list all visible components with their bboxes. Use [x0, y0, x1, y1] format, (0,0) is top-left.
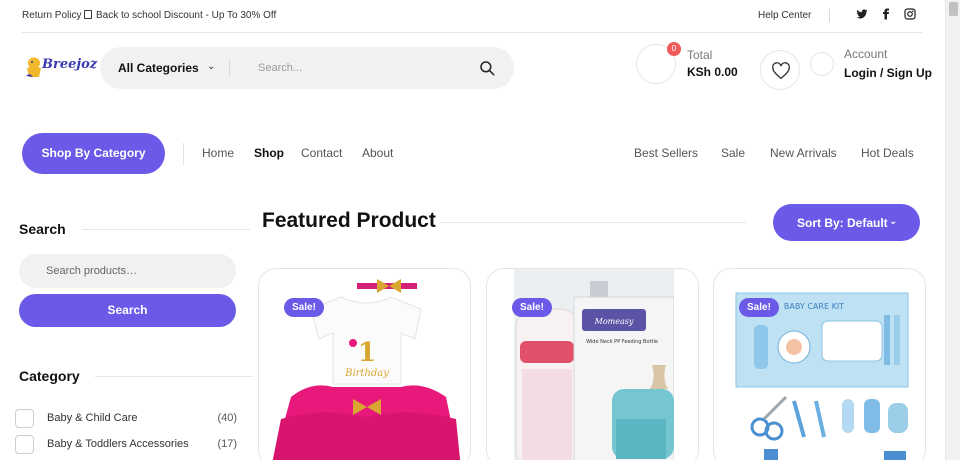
login-signup-link[interactable]: Login / Sign Up	[844, 66, 932, 80]
nav-shop[interactable]: Shop	[254, 146, 284, 160]
svg-text:Birthday: Birthday	[344, 368, 389, 379]
nav-new-arrivals[interactable]: New Arrivals	[770, 146, 837, 160]
logo-mascot-icon	[26, 57, 41, 77]
page-scrollbar[interactable]	[945, 0, 960, 460]
chevron-down-icon: ⌄	[889, 216, 898, 227]
nav-hot-deals[interactable]: Hot Deals	[861, 146, 914, 160]
title-rule	[441, 222, 746, 223]
nav-sale[interactable]: Sale	[721, 146, 745, 160]
logo-text: Breejoz	[42, 57, 98, 72]
topbar-divider	[829, 9, 830, 22]
cart-total-value: KSh 0.00	[687, 65, 738, 79]
wishlist-button[interactable]	[760, 50, 800, 90]
sort-label: Sort By: Default	[797, 216, 888, 230]
product-card[interactable]: 1 Birthday Sale!	[258, 268, 471, 460]
sidebar-search-input[interactable]	[19, 254, 236, 288]
sort-dropdown[interactable]: Sort By: Default ⌄	[773, 204, 920, 241]
account-label: Account	[844, 47, 888, 61]
svg-text:BABY CARE KIT: BABY CARE KIT	[784, 302, 844, 311]
return-policy-link[interactable]: Return Policy	[22, 10, 81, 21]
category-filter-item[interactable]: Baby & Child Care (40)	[15, 408, 237, 428]
social-links	[856, 8, 916, 20]
cart-count-badge: 0	[667, 42, 681, 56]
nav-about[interactable]: About	[362, 146, 393, 160]
promo-banner: Back to school Discount - Up To 30% Off	[84, 10, 276, 21]
sidebar-title-rule	[95, 376, 253, 377]
account-avatar[interactable]	[810, 52, 834, 76]
sidebar-title-rule	[82, 229, 250, 230]
tag-icon	[84, 10, 92, 19]
sidebar-search-title: Search	[19, 221, 66, 237]
sale-badge: Sale!	[512, 298, 552, 317]
category-name: Baby & Toddlers Accessories	[47, 438, 189, 450]
page-title: Featured Product	[262, 209, 436, 232]
chevron-down-icon[interactable]: ⌄	[207, 61, 215, 72]
svg-text:1: 1	[358, 338, 376, 368]
top-bar: Return Policy Back to school Discount - …	[22, 0, 922, 33]
sidebar-category-title: Category	[19, 368, 80, 384]
twitter-icon[interactable]	[856, 8, 868, 20]
nav-contact[interactable]: Contact	[301, 146, 342, 160]
product-card[interactable]: BABY CARE KIT Sale!	[713, 268, 926, 460]
facebook-icon[interactable]	[880, 8, 892, 20]
nav-divider	[183, 143, 184, 165]
category-checkbox[interactable]	[15, 435, 34, 454]
category-checkbox[interactable]	[15, 409, 34, 428]
scrollbar-thumb[interactable]	[949, 2, 958, 16]
category-filter-item[interactable]: Baby & Toddlers Accessories (17)	[15, 434, 237, 454]
search-icon[interactable]	[478, 59, 496, 77]
svg-text:Wide Neck PP Feeding Bottle: Wide Neck PP Feeding Bottle	[586, 339, 658, 345]
nav-best-sellers[interactable]: Best Sellers	[634, 146, 698, 160]
category-name: Baby & Child Care	[47, 412, 138, 424]
svg-text:Momeasy: Momeasy	[594, 317, 634, 326]
cart-total-label: Total	[687, 48, 713, 62]
sidebar-search-button[interactable]: Search	[19, 294, 236, 327]
category-count: (17)	[217, 438, 237, 450]
sale-badge: Sale!	[739, 298, 779, 317]
help-center-link[interactable]: Help Center	[758, 10, 811, 21]
shop-by-category-button[interactable]: Shop By Category	[22, 133, 165, 174]
category-count: (40)	[217, 412, 237, 424]
promo-text: Back to school Discount - Up To 30% Off	[96, 10, 277, 21]
header-search-input[interactable]	[258, 59, 458, 77]
sale-badge: Sale!	[284, 298, 324, 317]
category-select[interactable]: All Categories	[118, 61, 199, 75]
instagram-icon[interactable]	[904, 8, 916, 20]
header-search-bar: All Categories ⌄	[100, 47, 514, 89]
heart-icon	[772, 62, 790, 80]
product-card[interactable]: Momeasy Wide Neck PP Feeding Bottle Sale…	[486, 268, 699, 460]
nav-home[interactable]: Home	[202, 146, 234, 160]
search-divider	[229, 59, 230, 77]
site-logo[interactable]: Breejoz	[24, 53, 100, 81]
